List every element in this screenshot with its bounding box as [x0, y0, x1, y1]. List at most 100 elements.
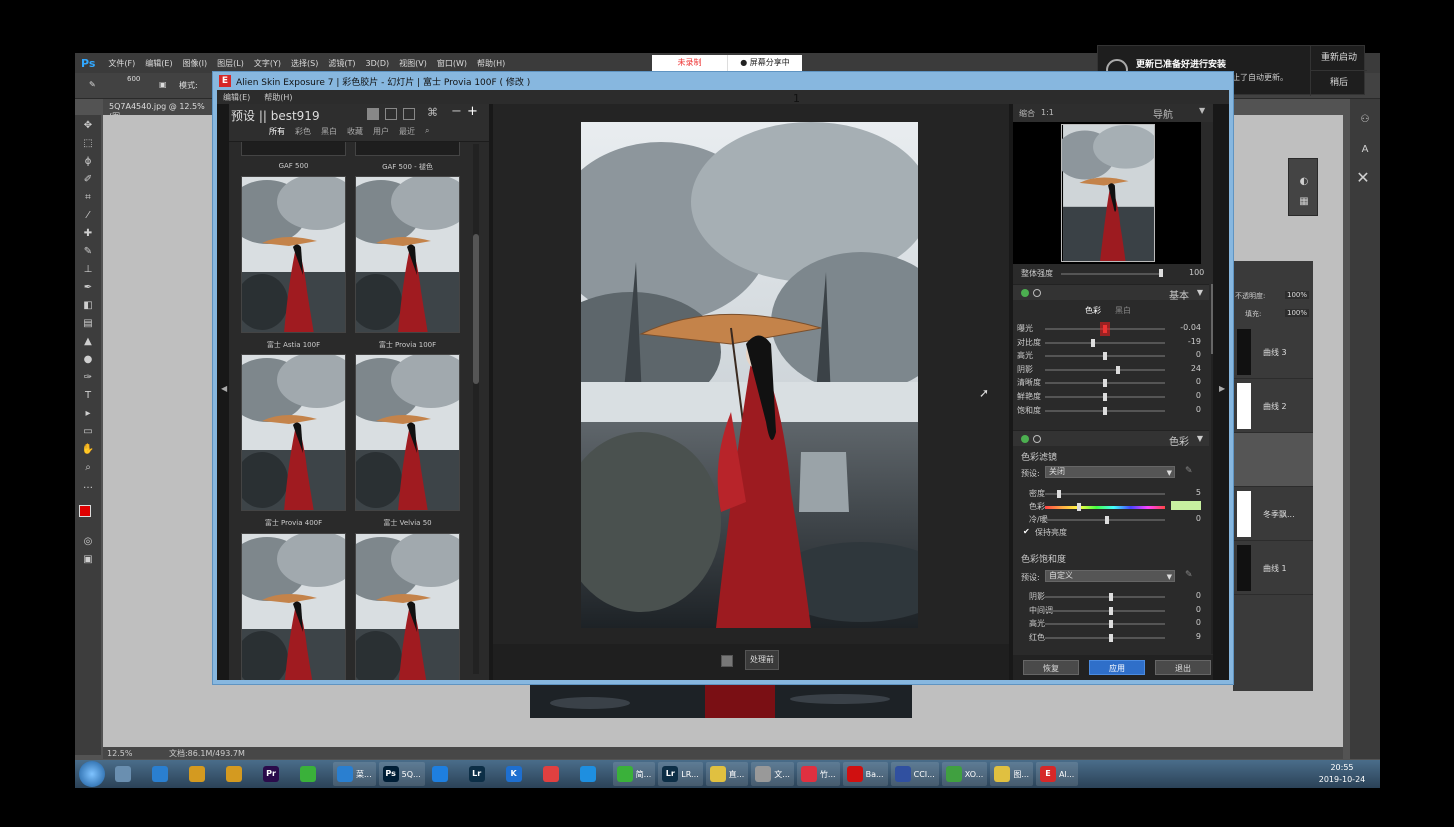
navigator-title[interactable]: 导航 — [1153, 106, 1173, 121]
basic-section-header[interactable]: 基本 ▼ — [1013, 284, 1209, 302]
taskbar-item[interactable]: 菜... — [333, 762, 376, 786]
opacity-value[interactable]: 100% — [1285, 291, 1310, 299]
filter-color[interactable]: 彩色 — [295, 126, 311, 137]
filter-favorites[interactable]: 收藏 — [347, 126, 363, 137]
tab-color[interactable]: 色彩 — [1085, 305, 1101, 316]
ps-menu-type[interactable]: 文字(Y) — [249, 58, 286, 69]
collapse-left-icon[interactable]: ◀ — [221, 384, 227, 393]
exp-menu-edit[interactable]: 编辑(E) — [223, 92, 250, 103]
taskbar-item[interactable]: XO... — [941, 762, 988, 786]
zoom-fit[interactable]: 缩合 — [1019, 108, 1035, 119]
slider-knob[interactable] — [1109, 606, 1113, 615]
slider-track[interactable] — [1045, 493, 1165, 495]
taskbar-item[interactable] — [428, 762, 462, 786]
chevron-down-icon[interactable]: ▼ — [1197, 434, 1203, 443]
slider-track[interactable] — [1045, 368, 1165, 371]
layer-row[interactable] — [1233, 433, 1313, 487]
preset-thumb[interactable] — [355, 533, 460, 680]
recording-status[interactable]: 未录制 — [652, 55, 727, 71]
brush-icon[interactable]: ✎ — [89, 80, 96, 89]
taskbar-item[interactable]: CCI... — [890, 762, 939, 786]
slider-knob[interactable] — [1105, 516, 1109, 524]
taskbar-item[interactable] — [296, 762, 330, 786]
large-thumb-view-icon[interactable] — [367, 108, 379, 120]
hue-slider-track[interactable] — [1045, 506, 1165, 509]
ps-menu-file[interactable]: 文件(F) — [103, 58, 140, 69]
apply-button[interactable]: 应用 — [1089, 660, 1145, 675]
history-brush-icon[interactable]: ✒ — [81, 281, 95, 295]
eyedropper-tool-icon[interactable]: ⁄ — [81, 209, 95, 223]
slider-knob[interactable] — [1109, 593, 1113, 601]
color-section-header[interactable]: 色彩 ▼ — [1013, 430, 1209, 448]
color-wheel-icon[interactable]: ◐ — [1297, 175, 1311, 189]
shape-tool-icon[interactable]: ▭ — [81, 425, 95, 439]
preset-thumb[interactable] — [241, 176, 346, 333]
gradient-tool-icon[interactable]: ▤ — [81, 317, 95, 331]
fill-value[interactable]: 100% — [1285, 309, 1310, 317]
reset-button[interactable]: 恢复 — [1023, 660, 1079, 675]
slider-knob[interactable] — [1103, 406, 1107, 415]
layer-row[interactable]: 曲线 1 — [1233, 541, 1313, 595]
taskbar-item[interactable]: Ps 5Q... — [378, 762, 425, 786]
slider-track[interactable] — [1045, 596, 1165, 598]
move-tool-icon[interactable]: ✥ — [81, 119, 95, 133]
start-button[interactable] — [79, 761, 105, 787]
collapse-right-icon[interactable]: ▶ — [1219, 384, 1225, 393]
people-icon[interactable]: ⚇ — [1358, 113, 1372, 127]
eraser-tool-icon[interactable]: ◧ — [81, 299, 95, 313]
foreground-color-swatch[interactable] — [79, 505, 91, 517]
filter-recent[interactable]: 最近 — [399, 126, 415, 137]
taskbar-item[interactable] — [576, 762, 610, 786]
split-view-button[interactable] — [721, 655, 733, 667]
filter-user[interactable]: 用户 — [373, 126, 389, 137]
screen-share-status[interactable]: ● 屏幕分享中 — [727, 55, 802, 71]
before-button[interactable]: 处理前 — [745, 650, 779, 670]
preset-thumb[interactable] — [355, 176, 460, 333]
ps-menu-edit[interactable]: 编辑(E) — [140, 58, 177, 69]
ps-document-tab[interactable]: 5Q7A4540.jpg @ 12.5% (图 — [103, 99, 223, 121]
eyedropper-icon[interactable]: ✎ — [1185, 570, 1193, 580]
taskbar-item[interactable] — [222, 762, 256, 786]
taskbar-item[interactable]: E Al... — [1036, 762, 1079, 786]
ps-menu-filter[interactable]: 滤镜(T) — [323, 58, 360, 69]
presets-title[interactable]: 预设 || best919 — [231, 107, 320, 124]
slider-knob[interactable] — [1103, 379, 1107, 388]
taskbar-item[interactable]: 直... — [705, 762, 749, 786]
character-icon[interactable]: A — [1358, 143, 1372, 157]
sat-preset-select[interactable]: 自定义 ▼ — [1045, 570, 1175, 582]
healing-tool-icon[interactable]: ✚ — [81, 227, 95, 241]
taskbar-item[interactable] — [148, 762, 182, 786]
ps-menu-select[interactable]: 选择(S) — [286, 58, 323, 69]
tab-bw[interactable]: 黑白 — [1115, 305, 1131, 316]
taskbar-item[interactable]: Ba... — [842, 762, 888, 786]
lasso-tool-icon[interactable]: ϕ — [81, 155, 95, 169]
color-swatch[interactable] — [1171, 501, 1201, 510]
slider-track[interactable] — [1045, 623, 1165, 626]
exp-menu-help[interactable]: 帮助(H) — [264, 92, 292, 103]
zoom-level[interactable]: 12.5% — [107, 749, 132, 758]
ps-menu-3d[interactable]: 3D(D) — [360, 59, 394, 68]
slider-knob[interactable] — [1091, 338, 1095, 347]
add-preset-icon[interactable]: + — [467, 104, 478, 119]
stamp-tool-icon[interactable]: ⊥ — [81, 263, 95, 277]
taskbar-item[interactable]: 竹... — [796, 762, 840, 786]
exit-button[interactable]: 退出 — [1155, 660, 1211, 675]
slider-knob[interactable] — [1109, 620, 1113, 629]
brush-tool-icon[interactable]: ✎ — [81, 245, 95, 259]
preset-thumb[interactable] — [241, 142, 346, 156]
panel-scroll-thumb[interactable] — [1211, 284, 1213, 354]
color-preset-select[interactable]: 关闭 ▼ — [1045, 466, 1175, 478]
pen-tool-icon[interactable]: ✑ — [81, 371, 95, 385]
preview-photo[interactable] — [581, 122, 918, 628]
swatches-icon[interactable]: ▦ — [1297, 195, 1311, 209]
slider-knob[interactable] — [1116, 365, 1120, 374]
chevron-down-icon[interactable]: ▼ — [1197, 288, 1203, 297]
brush-panel-icon[interactable]: ▣ — [159, 80, 167, 89]
remove-preset-icon[interactable]: − — [451, 104, 462, 119]
taskbar-item[interactable] — [185, 762, 219, 786]
checkbox-icon[interactable]: ✔ — [1023, 527, 1030, 536]
preset-thumb[interactable] — [241, 354, 346, 511]
taskbar-item[interactable] — [539, 762, 573, 786]
slider-knob[interactable] — [1109, 633, 1113, 642]
slider-knob[interactable] — [1103, 325, 1107, 333]
